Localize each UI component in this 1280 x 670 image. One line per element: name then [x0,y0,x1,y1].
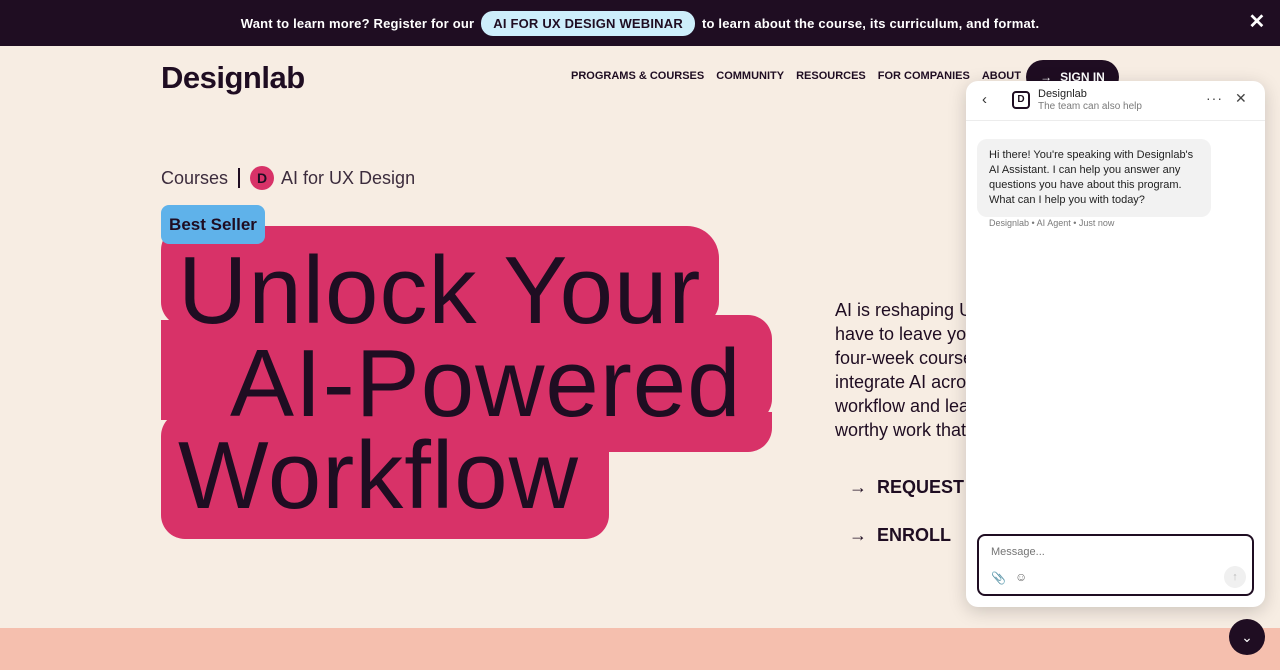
course-logo-icon: D [250,166,275,190]
designlab-logo[interactable]: Designlab [161,60,305,96]
breadcrumb-separator [238,168,241,188]
description-line: have to leave you [835,324,975,344]
designlab-avatar-icon: D [1012,91,1030,109]
enroll-label: ENROLL [877,525,951,545]
chat-subtitle: The team can also help [1038,101,1142,112]
message-meta: Designlab • AI Agent • Just now [989,218,1115,228]
next-section-band [0,628,1280,670]
chat-launcher-button[interactable]: ⌄ [1229,619,1265,655]
hero-title-line-3: Workflow [178,422,579,529]
chat-widget: ‹ D Designlab The team can also help ···… [966,81,1265,607]
description-line: AI is reshaping U [835,300,973,320]
announcement-prefix: Want to learn more? Register for our [240,15,475,31]
request-syllabus-link[interactable]: → REQUEST S [849,477,981,498]
description-line: worthy work that [835,420,967,440]
send-button[interactable]: ↑ [1224,566,1246,588]
hero-title-line-1: Unlock Your [178,237,702,344]
close-icon[interactable]: ✕ [1235,90,1247,107]
chevron-left-icon[interactable]: ‹ [982,91,987,108]
close-icon[interactable]: ✕ [1246,11,1268,33]
breadcrumb-courses[interactable]: Courses [161,168,228,189]
more-options-icon[interactable]: ··· [1206,90,1223,106]
nav-item-for-companies[interactable]: FOR COMPANIES [878,70,970,82]
assistant-message: Hi there! You're speaking with Designlab… [977,139,1211,217]
nav-item-resources[interactable]: RESOURCES [796,70,866,82]
announcement-suffix: to learn about the course, its curriculu… [701,15,1040,31]
nav-item-community[interactable]: COMMUNITY [716,70,784,82]
description-line: integrate AI acro [835,372,967,392]
main-nav: PROGRAMS & COURSES COMMUNITY RESOURCES F… [571,70,1021,82]
description-line: four-week course [835,348,974,368]
emoji-icon[interactable]: ☺ [1015,570,1027,584]
message-input[interactable] [991,546,1231,558]
attachment-icon[interactable]: 📎 [991,571,1006,585]
chevron-down-icon: ⌄ [1241,629,1253,645]
message-composer: 📎 ☺ ↑ [977,534,1254,596]
chat-header: ‹ D Designlab The team can also help ···… [966,81,1265,121]
webinar-link-button[interactable]: AI FOR UX DESIGN WEBINAR [481,10,695,36]
chat-title: Designlab [1038,88,1087,100]
description-line: workflow and leav [835,396,975,416]
breadcrumb: Courses D AI for UX Design [161,166,415,190]
hero-title-line-2: AI-Powered [230,330,742,437]
arrow-right-icon: → [849,477,867,497]
announcement-bar: Want to learn more? Register for our AI … [0,0,1280,46]
arrow-right-icon: → [849,525,867,545]
enroll-link[interactable]: → ENROLL [849,525,951,546]
best-seller-badge: Best Seller [161,205,265,244]
hero-description: AI is reshaping U have to leave you four… [835,298,975,442]
nav-item-programs[interactable]: PROGRAMS & COURSES [571,70,704,82]
breadcrumb-current: AI for UX Design [281,167,416,188]
